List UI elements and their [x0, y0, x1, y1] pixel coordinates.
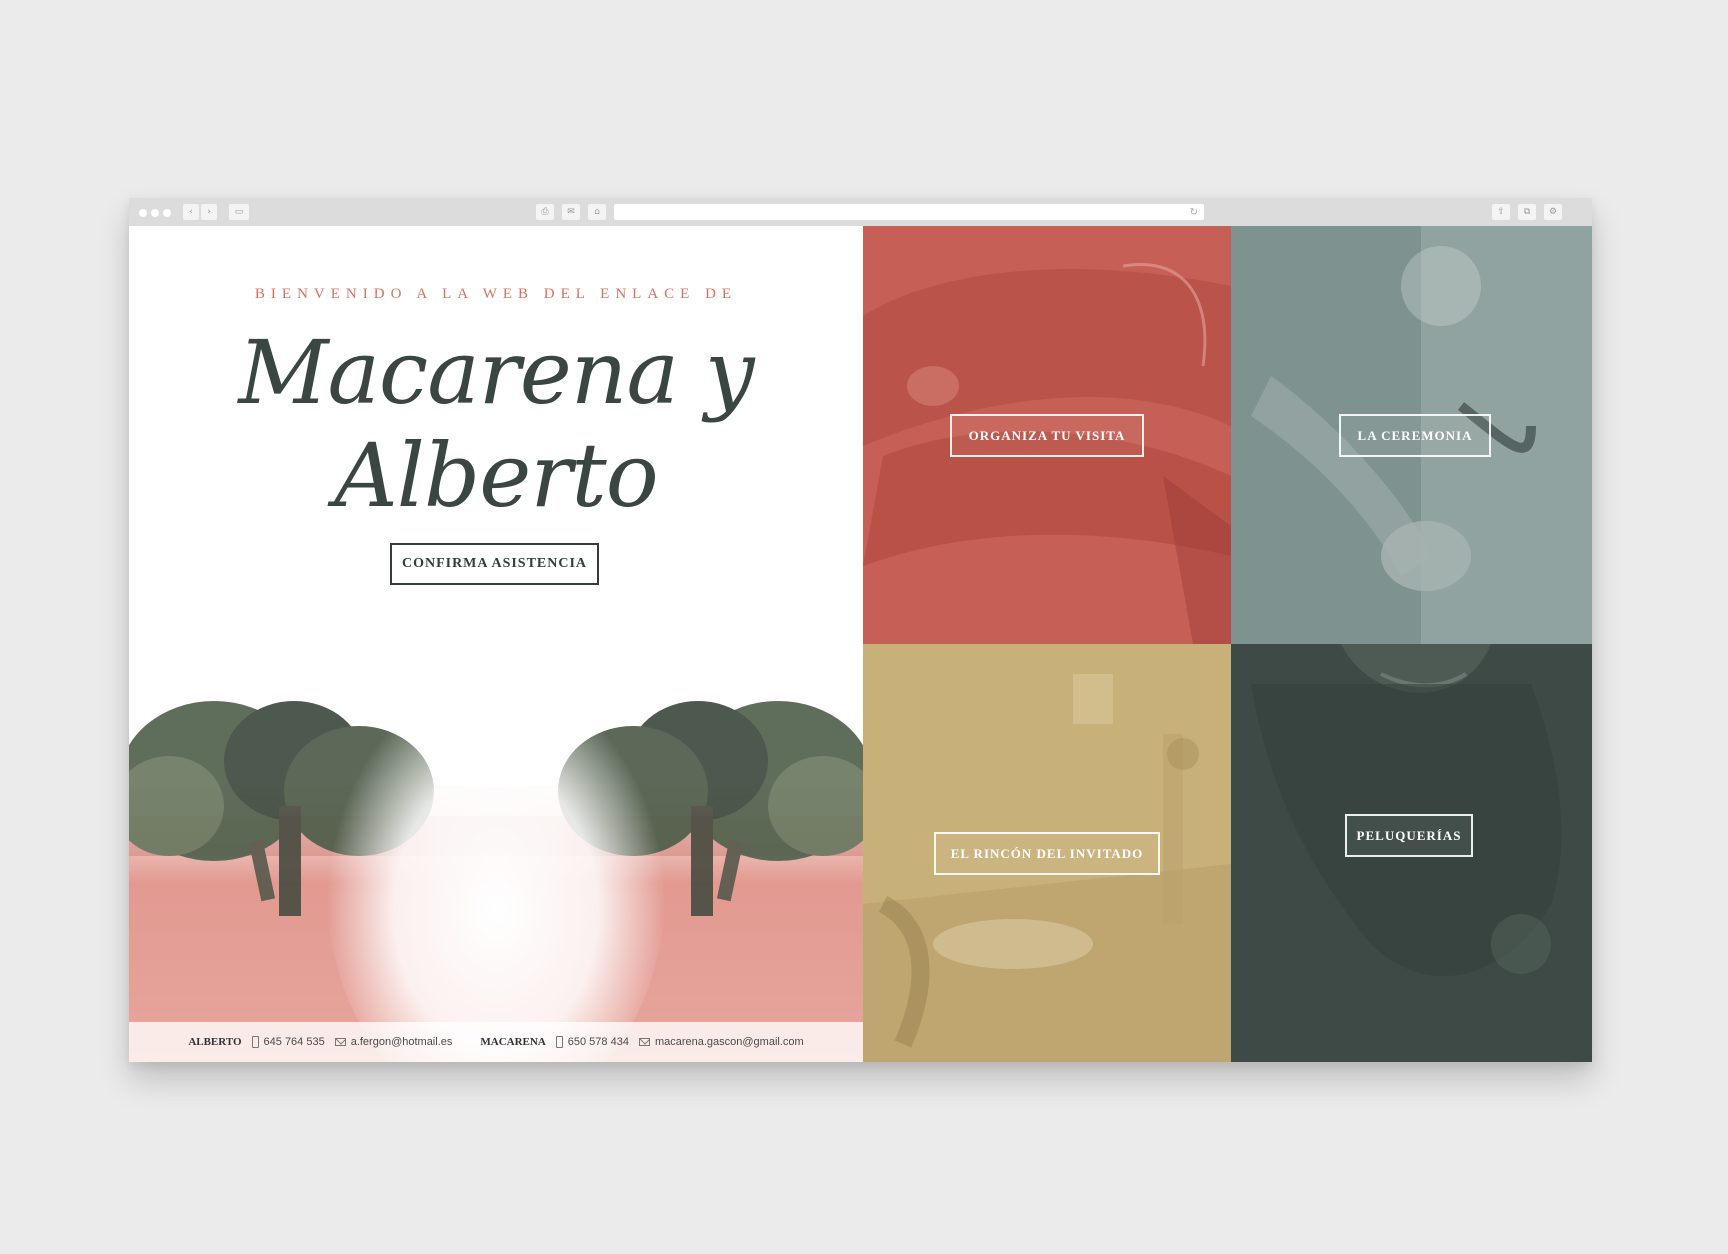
share-icon[interactable]: ⇧ [1492, 204, 1510, 220]
contact-name: ALBERTO [188, 1036, 242, 1048]
guest-corner-button[interactable]: EL RINCÓN DEL INVITADO [934, 832, 1160, 875]
contact-phone-group: 650 578 434 [555, 1036, 629, 1048]
contact-email[interactable]: a.fergon@hotmail.es [351, 1036, 453, 1048]
window-controls [139, 209, 171, 217]
ceremony-button[interactable]: LA CEREMONIA [1339, 414, 1491, 457]
organize-visit-button[interactable]: ORGANIZA TU VISITA [950, 414, 1144, 457]
contact-phone[interactable]: 650 578 434 [568, 1036, 629, 1048]
contact-phone-group: 645 764 535 [251, 1036, 325, 1048]
contact-phone[interactable]: 645 764 535 [264, 1036, 325, 1048]
browser-window: ‹ › ▭ ⎙ ✉ ⌂ ↻ ⇧ ⧉ ⚙ BIENVENIDO A LA WEB … [129, 198, 1592, 1062]
contact-email-group: macarena.gascon@gmail.com [638, 1036, 804, 1048]
envelope-icon [638, 1038, 650, 1046]
contact-email-group: a.fergon@hotmail.es [334, 1036, 453, 1048]
watercolor-olive-trees-image [129, 666, 863, 1062]
confirm-attendance-button[interactable]: CONFIRMA ASISTENCIA [390, 543, 599, 585]
tabs-icon[interactable]: ⧉ [1518, 204, 1536, 220]
hero-panel: BIENVENIDO A LA WEB DEL ENLACE DE Macare… [129, 226, 863, 1062]
reload-icon[interactable]: ↻ [1190, 207, 1198, 218]
back-icon[interactable]: ‹ [183, 204, 199, 220]
home-icon[interactable]: ⌂ [588, 204, 606, 220]
close-dot[interactable] [139, 209, 147, 217]
address-bar[interactable]: ↻ [614, 204, 1204, 220]
sidebar-icon[interactable]: ▭ [229, 204, 249, 220]
tile-hairdressers[interactable]: PELUQUERÍAS [1231, 644, 1592, 1062]
page-content: BIENVENIDO A LA WEB DEL ENLACE DE Macare… [129, 226, 1592, 1062]
mail-icon[interactable]: ✉ [562, 204, 580, 220]
couple-names: Macarena y Alberto [238, 321, 754, 527]
tile-visit[interactable]: ORGANIZA TU VISITA [863, 226, 1231, 644]
browser-toolbar: ‹ › ▭ ⎙ ✉ ⌂ ↻ ⇧ ⧉ ⚙ [129, 198, 1592, 226]
contact-name: MACARENA [480, 1036, 546, 1048]
forward-icon[interactable]: › [201, 204, 217, 220]
minimize-dot[interactable] [151, 209, 159, 217]
print-icon[interactable]: ⎙ [536, 204, 554, 220]
hairdressers-button[interactable]: PELUQUERÍAS [1345, 814, 1473, 857]
envelope-icon [334, 1038, 346, 1046]
maximize-dot[interactable] [163, 209, 171, 217]
tile-guest-corner[interactable]: EL RINCÓN DEL INVITADO [863, 644, 1231, 1062]
welcome-heading: BIENVENIDO A LA WEB DEL ENLACE DE [254, 286, 738, 302]
settings-icon[interactable]: ⚙ [1544, 204, 1562, 220]
contact-bar: ALBERTO 645 764 535 a.fergon@hotmail.es … [129, 1022, 863, 1062]
tile-ceremony[interactable]: LA CEREMONIA [1231, 226, 1592, 644]
phone-icon [251, 1036, 259, 1048]
phone-icon [555, 1036, 563, 1048]
contact-email[interactable]: macarena.gascon@gmail.com [655, 1036, 804, 1048]
